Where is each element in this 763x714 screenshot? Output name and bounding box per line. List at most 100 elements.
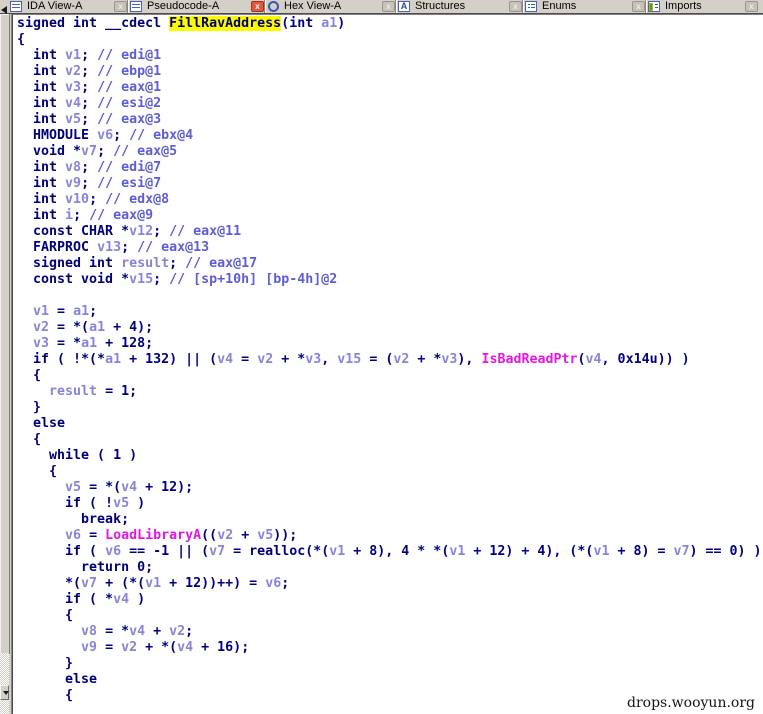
tab-structures[interactable]: A Structures x bbox=[398, 0, 522, 13]
tab-close-button[interactable]: x bbox=[251, 1, 264, 12]
left-scrollbar[interactable] bbox=[0, 14, 11, 714]
code-token: (int bbox=[281, 16, 322, 31]
code-token: + 132) || ( bbox=[121, 352, 218, 367]
code-token: int bbox=[17, 80, 66, 95]
code-line[interactable]: break; bbox=[17, 512, 763, 528]
tab-bar: IDA View-A x Pseudocode-A x Hex View-A x A Stru… bbox=[0, 0, 763, 13]
tab-label: IDA View-A bbox=[27, 0, 83, 12]
tab-ida-view-a[interactable]: IDA View-A x bbox=[10, 0, 127, 13]
code-line[interactable]: v8 = *v4 + v2; bbox=[17, 624, 763, 640]
code-line[interactable]: v9 = v2 + *(v4 + 16); bbox=[17, 640, 763, 656]
code-line[interactable] bbox=[17, 288, 763, 304]
code-line[interactable]: FARPROC v13; // eax@13 bbox=[17, 240, 763, 256]
code-token: ; bbox=[81, 176, 98, 191]
scrollbar-thumb[interactable] bbox=[0, 14, 10, 654]
code-token: v2 bbox=[65, 64, 82, 79]
tab-close-button[interactable]: x bbox=[114, 1, 127, 12]
code-token: ) bbox=[129, 496, 146, 511]
code-line[interactable]: if ( !v5 ) bbox=[17, 496, 763, 512]
code-line[interactable]: { bbox=[17, 32, 763, 48]
code-token: ; bbox=[81, 48, 98, 63]
code-line[interactable]: *(v7 + (*(v1 + 12))++) = v6; bbox=[17, 576, 763, 592]
code-line[interactable]: else bbox=[17, 672, 763, 688]
code-token: break; bbox=[17, 512, 130, 527]
code-line[interactable]: int v9; // esi@7 bbox=[17, 176, 763, 192]
tab-hex-view-a[interactable]: Hex View-A x bbox=[267, 0, 395, 13]
code-token: v8 bbox=[65, 160, 82, 175]
code-line[interactable]: int v10; // edx@8 bbox=[17, 192, 763, 208]
code-token: v5 bbox=[65, 480, 82, 495]
code-token: + 16); bbox=[193, 640, 250, 655]
code-token: int bbox=[17, 64, 66, 79]
tab-close-button[interactable]: x bbox=[745, 1, 758, 12]
code-line[interactable]: else bbox=[17, 416, 763, 432]
code-line[interactable]: if ( *v4 ) bbox=[17, 592, 763, 608]
scrollbar-track[interactable] bbox=[0, 653, 9, 714]
code-line[interactable]: } bbox=[17, 400, 763, 416]
tab-close-button[interactable]: x bbox=[632, 1, 645, 12]
code-line[interactable]: v2 = *(a1 + 4); bbox=[17, 320, 763, 336]
code-line[interactable]: int i; // eax@9 bbox=[17, 208, 763, 224]
code-line[interactable]: { bbox=[17, 464, 763, 480]
code-line[interactable]: v5 = *(v4 + 12); bbox=[17, 480, 763, 496]
code-line[interactable]: { bbox=[17, 368, 763, 384]
tab-close-button[interactable]: x bbox=[509, 1, 522, 12]
code-token: result bbox=[49, 384, 98, 399]
code-token: v5 bbox=[257, 528, 274, 543]
code-token: = bbox=[233, 352, 258, 367]
tab-close-button[interactable]: x bbox=[382, 1, 395, 12]
code-token: v1 bbox=[65, 48, 82, 63]
code-line[interactable]: int v3; // eax@1 bbox=[17, 80, 763, 96]
code-token: // eax@13 bbox=[137, 240, 210, 255]
scroll-down-button[interactable] bbox=[0, 685, 9, 700]
code-token: v4 bbox=[129, 624, 146, 639]
tab-enums[interactable]: Enums x bbox=[525, 0, 645, 13]
code-line[interactable]: result = 1; bbox=[17, 384, 763, 400]
code-token: v7 bbox=[81, 576, 98, 591]
code-line[interactable]: const CHAR *v12; // eax@11 bbox=[17, 224, 763, 240]
code-token: v1 bbox=[449, 544, 466, 559]
code-token: int bbox=[17, 192, 66, 207]
code-line[interactable]: v6 = LoadLibraryA((v2 + v5)); bbox=[17, 528, 763, 544]
code-line[interactable]: int v5; // eax@3 bbox=[17, 112, 763, 128]
code-token: v1 bbox=[33, 304, 50, 319]
code-line[interactable]: while ( 1 ) bbox=[17, 448, 763, 464]
splitter-arrow-icon[interactable] bbox=[1, 6, 7, 14]
tab-label: Structures bbox=[415, 0, 466, 12]
code-token: ; bbox=[169, 256, 186, 271]
code-line[interactable]: const void *v15; // [sp+10h] [bp-4h]@2 bbox=[17, 272, 763, 288]
code-token: { bbox=[17, 688, 74, 703]
code-listing: signed int __cdecl FillRavAddress(int a1… bbox=[13, 15, 763, 704]
code-line[interactable]: v3 = *a1 + 128; bbox=[17, 336, 763, 352]
doc-lines-icon bbox=[10, 1, 22, 12]
tab-imports[interactable]: Imports x bbox=[648, 0, 758, 13]
pseudocode-pane[interactable]: signed int __cdecl FillRavAddress(int a1… bbox=[13, 14, 763, 714]
code-line[interactable]: int v8; // edi@7 bbox=[17, 160, 763, 176]
code-token: v8 bbox=[81, 624, 98, 639]
code-token: } bbox=[17, 656, 74, 671]
code-line[interactable]: HMODULE v6; // ebx@4 bbox=[17, 128, 763, 144]
code-line[interactable]: int v2; // ebp@1 bbox=[17, 64, 763, 80]
code-line[interactable]: v1 = a1; bbox=[17, 304, 763, 320]
code-line[interactable]: if ( !*(*a1 + 132) || (v4 = v2 + *v3, v1… bbox=[17, 352, 763, 368]
code-token: // esi@2 bbox=[97, 96, 162, 111]
code-token: + * bbox=[273, 352, 306, 367]
code-line[interactable]: signed int result; // eax@17 bbox=[17, 256, 763, 272]
code-token: ) bbox=[129, 592, 146, 607]
code-line[interactable]: int v4; // esi@2 bbox=[17, 96, 763, 112]
code-line[interactable]: void *v7; // eax@5 bbox=[17, 144, 763, 160]
code-line[interactable]: { bbox=[17, 432, 763, 448]
tab-pseudocode-a[interactable]: Pseudocode-A x bbox=[130, 0, 264, 13]
code-line[interactable]: } bbox=[17, 656, 763, 672]
code-token: else bbox=[17, 416, 66, 431]
code-line[interactable]: signed int __cdecl FillRavAddress(int a1… bbox=[17, 16, 763, 32]
code-line[interactable]: return 0; bbox=[17, 560, 763, 576]
code-line[interactable]: if ( v6 == -1 || (v7 = realloc(*(v1 + 8)… bbox=[17, 544, 763, 560]
code-line[interactable]: int v1; // edi@1 bbox=[17, 48, 763, 64]
code-token: ; bbox=[185, 624, 194, 639]
code-token: v9 bbox=[65, 176, 82, 191]
highlighted-function-name: FillRavAddress bbox=[169, 16, 282, 31]
code-line[interactable]: { bbox=[17, 608, 763, 624]
